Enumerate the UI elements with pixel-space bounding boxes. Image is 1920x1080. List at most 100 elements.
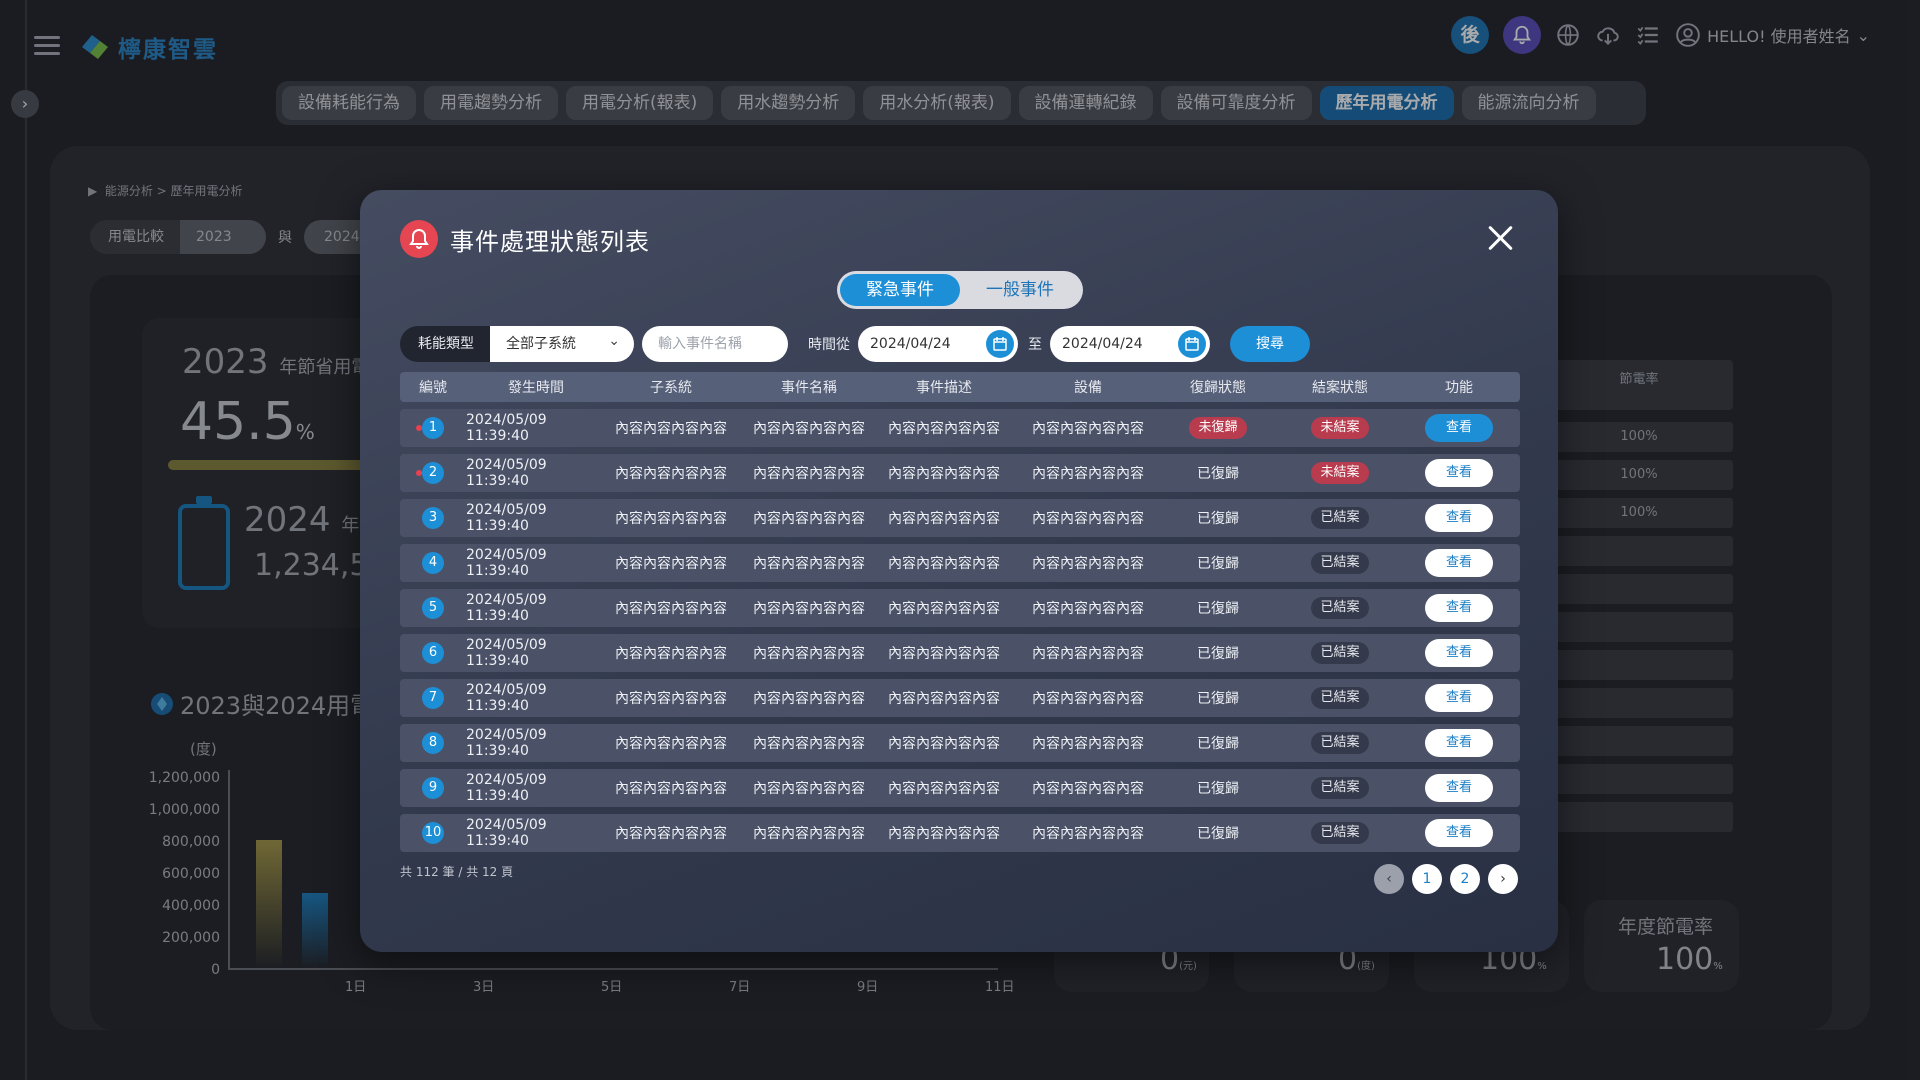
table-body: 1 2024/05/09 11:39:40 內容內容內容內容 內容內容內容內容 內容內容… [400, 409, 1520, 852]
cell-recover-status: 已復歸 [1170, 508, 1266, 528]
cell-recover-status: 已復歸 [1170, 823, 1266, 843]
col-header: 發生時間 [508, 380, 564, 396]
cell-recover-status: 已復歸 [1170, 553, 1266, 573]
table-row: 2 2024/05/09 11:39:40 內容內容內容內容 內容內容內容內容 內容內容… [400, 454, 1520, 492]
time-from-label: 時間從 [808, 337, 850, 353]
cell-event-name: 內容內容內容內容 [753, 646, 865, 662]
cell-device: 內容內容內容內容 [1032, 781, 1144, 797]
close-status-badge: 已結案 [1311, 507, 1369, 529]
cell-subsystem: 內容內容內容內容 [615, 736, 727, 752]
subsystem-select[interactable]: 全部子系統 [490, 323, 634, 362]
to-label: 至 [1028, 337, 1042, 353]
row-number: 6 [400, 642, 466, 664]
table-row: 9 2024/05/09 11:39:40 內容內容內容內容 內容內容內容內容 內容內容… [400, 769, 1520, 807]
recover-status-text: 已復歸 [1197, 736, 1239, 752]
cell-device: 內容內容內容內容 [1032, 466, 1144, 482]
prev-page-button[interactable]: ‹ [1374, 864, 1404, 894]
row-number: 4 [400, 552, 466, 574]
view-button[interactable]: 查看 [1425, 549, 1493, 577]
cell-time: 2024/05/09 11:39:40 [466, 502, 547, 534]
view-button[interactable]: 查看 [1425, 504, 1493, 532]
table-row: 8 2024/05/09 11:39:40 內容內容內容內容 內容內容內容內容 內容內容… [400, 724, 1520, 762]
cell-event-name: 內容內容內容內容 [753, 466, 865, 482]
table-row: 5 2024/05/09 11:39:40 內容內容內容內容 內容內容內容內容 內容內容… [400, 589, 1520, 627]
tab-general-events[interactable]: 一般事件 [960, 274, 1080, 306]
cell-device: 內容內容內容內容 [1032, 691, 1144, 707]
col-header: 復歸狀態 [1190, 380, 1246, 396]
page-1-button[interactable]: 1 [1412, 864, 1442, 894]
recover-status-badge: 未復歸 [1189, 417, 1247, 439]
cell-subsystem: 內容內容內容內容 [615, 511, 727, 527]
row-number: 1 [400, 417, 466, 439]
col-header: 子系統 [650, 380, 692, 396]
cell-event-desc: 內容內容內容內容 [888, 421, 1000, 437]
new-indicator-dot [416, 470, 422, 476]
cell-subsystem: 內容內容內容內容 [615, 556, 727, 572]
cell-subsystem: 內容內容內容內容 [615, 601, 727, 617]
cell-function: 查看 [1414, 549, 1504, 577]
cell-close-status: 未結案 [1266, 417, 1414, 439]
recover-status-text: 已復歸 [1197, 646, 1239, 662]
event-name-input[interactable]: 輸入事件名稱 [642, 326, 788, 362]
cell-device: 內容內容內容內容 [1032, 646, 1144, 662]
date-to-field[interactable]: 2024/04/24 [1050, 326, 1210, 362]
cell-event-desc: 內容內容內容內容 [888, 736, 1000, 752]
cell-event-name: 內容內容內容內容 [753, 826, 865, 842]
row-number: 3 [400, 507, 466, 529]
cell-function: 查看 [1414, 639, 1504, 667]
close-status-badge: 已結案 [1311, 777, 1369, 799]
table-row: 1 2024/05/09 11:39:40 內容內容內容內容 內容內容內容內容 內容內容… [400, 409, 1520, 447]
cell-recover-status: 已復歸 [1170, 463, 1266, 483]
cell-recover-status: 未復歸 [1170, 417, 1266, 439]
row-number: 9 [400, 777, 466, 799]
row-number: 2 [400, 462, 466, 484]
cell-device: 內容內容內容內容 [1032, 421, 1144, 437]
recover-status-text: 已復歸 [1197, 781, 1239, 797]
next-page-button[interactable]: › [1488, 864, 1518, 894]
row-number-badge: 2 [422, 462, 444, 484]
row-number: 5 [400, 597, 466, 619]
cell-subsystem: 內容內容內容內容 [615, 466, 727, 482]
row-number-badge: 7 [422, 687, 444, 709]
cell-function: 查看 [1414, 729, 1504, 757]
row-number-badge: 6 [422, 642, 444, 664]
col-header: 事件描述 [916, 380, 972, 396]
row-number: 8 [400, 732, 466, 754]
cell-event-name: 內容內容內容內容 [753, 511, 865, 527]
search-button[interactable]: 搜尋 [1230, 326, 1310, 362]
view-button[interactable]: 查看 [1425, 639, 1493, 667]
cell-event-name: 內容內容內容內容 [753, 601, 865, 617]
cell-function: 查看 [1414, 414, 1504, 442]
new-indicator-dot [416, 425, 422, 431]
recover-status-text: 已復歸 [1197, 556, 1239, 572]
cell-recover-status: 已復歸 [1170, 643, 1266, 663]
recover-status-text: 已復歸 [1197, 691, 1239, 707]
table-row: 7 2024/05/09 11:39:40 內容內容內容內容 內容內容內容內容 內容內容… [400, 679, 1520, 717]
calendar-icon[interactable] [986, 330, 1014, 358]
energy-type-label: 耗能類型 [400, 326, 490, 362]
cell-recover-status: 已復歸 [1170, 778, 1266, 798]
date-from-field[interactable]: 2024/04/24 [858, 326, 1018, 362]
view-button[interactable]: 查看 [1425, 774, 1493, 802]
tab-urgent-events[interactable]: 緊急事件 [840, 274, 960, 306]
view-button[interactable]: 查看 [1425, 459, 1493, 487]
cell-close-status: 已結案 [1266, 552, 1414, 574]
view-button[interactable]: 查看 [1425, 819, 1493, 847]
calendar-icon[interactable] [1178, 330, 1206, 358]
view-button[interactable]: 查看 [1425, 684, 1493, 712]
col-header: 設備 [1074, 380, 1102, 396]
view-button[interactable]: 查看 [1425, 414, 1493, 442]
cell-event-name: 內容內容內容內容 [753, 736, 865, 752]
row-number-badge: 5 [422, 597, 444, 619]
cell-function: 查看 [1414, 459, 1504, 487]
view-button[interactable]: 查看 [1425, 729, 1493, 757]
row-number-badge: 8 [422, 732, 444, 754]
cell-event-name: 內容內容內容內容 [753, 691, 865, 707]
close-icon[interactable] [1486, 224, 1514, 252]
view-button[interactable]: 查看 [1425, 594, 1493, 622]
cell-time: 2024/05/09 11:39:40 [466, 682, 547, 714]
cell-close-status: 已結案 [1266, 732, 1414, 754]
cell-time: 2024/05/09 11:39:40 [466, 592, 547, 624]
page-2-button[interactable]: 2 [1450, 864, 1480, 894]
cell-event-name: 內容內容內容內容 [753, 781, 865, 797]
